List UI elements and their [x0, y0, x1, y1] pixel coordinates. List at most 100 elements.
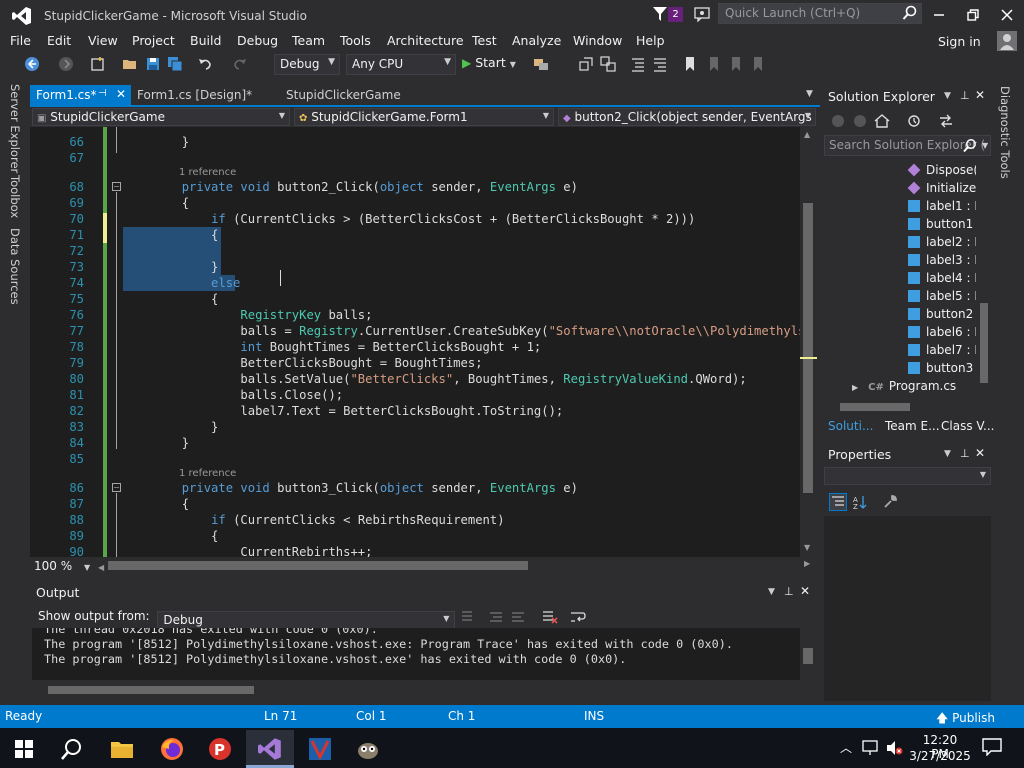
tree-item-label3[interactable]: label3 : L [908, 251, 976, 269]
clear-all-icon[interactable] [542, 609, 558, 625]
member-navigation-select[interactable]: ◆ button2_Click(object sender, EventArgs… [558, 108, 816, 126]
tree-item-dispose[interactable]: Dispose( [907, 161, 976, 179]
tree-item-initializecomponent[interactable]: InitializeC [907, 179, 976, 197]
next-bookmark-icon[interactable] [728, 56, 744, 72]
new-project-icon[interactable] [90, 56, 106, 72]
menu-project[interactable]: Project [132, 33, 175, 48]
tree-item-label7[interactable]: label7 : L [908, 341, 976, 359]
feedback-icon[interactable] [694, 6, 710, 22]
app-p-icon[interactable]: P [196, 730, 244, 768]
tab-solution-explorer[interactable]: Soluti... [828, 419, 873, 433]
scroll-right-icon[interactable]: ▶ [804, 559, 810, 568]
menu-tools[interactable]: Tools [340, 33, 371, 48]
output-text-area[interactable]: The thread 0x2018 has exited with code 0… [32, 628, 800, 680]
search-icon[interactable] [902, 5, 918, 21]
alphabetical-icon[interactable]: AZ [852, 494, 868, 510]
back-icon[interactable] [830, 113, 846, 129]
firefox-icon[interactable] [148, 730, 196, 768]
step-over-icon[interactable] [600, 56, 616, 72]
open-file-icon[interactable] [122, 56, 138, 72]
tab-form1-cs[interactable]: Form1.cs* ⊣ ✕ [30, 85, 131, 105]
categorized-icon[interactable] [829, 493, 847, 511]
tree-item-label4[interactable]: label4 : L [908, 269, 976, 287]
solution-platform-select[interactable]: Any CPU ▼ [346, 54, 456, 75]
notification-count-badge[interactable]: 2 [668, 7, 683, 22]
tree-item-label6[interactable]: label6 : L [908, 323, 976, 341]
show-hidden-icons-chevron-icon[interactable]: ︿ [840, 739, 852, 756]
undo-icon[interactable] [197, 56, 213, 72]
menu-build[interactable]: Build [190, 33, 221, 48]
vs-code-like-icon[interactable] [296, 730, 344, 768]
notifications-flag-icon[interactable] [652, 6, 668, 22]
output-source-select[interactable]: Debug ▼ [157, 611, 456, 629]
scrollbar-thumb[interactable] [48, 686, 254, 694]
tree-item-button2[interactable]: button2 : [908, 305, 976, 323]
navigate-forward-icon[interactable] [58, 56, 74, 72]
window-position-chevron-icon[interactable]: ▼ [944, 449, 951, 459]
tree-item-button1[interactable]: button1 : I [908, 215, 976, 233]
tab-form1-design[interactable]: Form1.cs [Design]* [131, 85, 258, 105]
bookmark-icon[interactable] [682, 56, 698, 72]
menu-help[interactable]: Help [636, 33, 665, 48]
tree-item-label5[interactable]: label5 : L [908, 287, 976, 305]
tree-item-label1[interactable]: label1 : L [908, 197, 976, 215]
sync-with-active-document-icon[interactable] [938, 113, 954, 129]
toggle-word-wrap-icon[interactable] [570, 609, 586, 625]
code-editor[interactable]: − − 66 } 67 1 reference 68 private void … [30, 127, 800, 557]
pin-icon[interactable]: ⊥ [960, 89, 970, 102]
menu-team[interactable]: Team [292, 33, 325, 48]
tab-class-view[interactable]: Class V... [941, 419, 995, 433]
taskbar-clock-date[interactable]: 3/27/2025 [909, 749, 971, 763]
minimize-button[interactable] [922, 0, 956, 30]
tab-overflow-chevron-icon[interactable]: ▼ [806, 89, 813, 99]
menu-view[interactable]: View [88, 33, 118, 48]
output-horizontal-scrollbar[interactable] [32, 682, 817, 698]
tree-item-program-cs[interactable]: ▶ C# Program.cs [852, 377, 956, 395]
solution-horizontal-scrollbar[interactable] [824, 400, 976, 414]
project-navigation-select[interactable]: ▣ StupidClickerGame ▼ [32, 108, 290, 126]
save-all-icon[interactable] [167, 56, 183, 72]
scroll-up-icon[interactable]: ▲ [804, 130, 810, 139]
pin-icon[interactable]: ⊣ [98, 88, 107, 99]
find-message-icon[interactable] [460, 609, 476, 625]
close-icon[interactable]: ✕ [116, 87, 126, 101]
properties-object-select[interactable]: ▼ [824, 467, 991, 485]
file-explorer-icon[interactable] [98, 730, 146, 768]
pin-icon[interactable]: ⊥ [784, 585, 794, 598]
scrollbar-thumb[interactable] [803, 203, 813, 493]
server-explorer-tab[interactable]: Server Explorer [8, 84, 22, 173]
codelens-reference[interactable]: 1 reference [30, 165, 800, 179]
windows-start-icon[interactable] [0, 730, 48, 768]
close-icon[interactable]: ✕ [975, 446, 985, 460]
codelens-reference[interactable]: 1 reference [30, 466, 800, 480]
tab-team-explorer[interactable]: Team E... [885, 419, 940, 433]
menu-file[interactable]: File [10, 33, 31, 48]
previous-bookmark-icon[interactable] [706, 56, 722, 72]
menu-test[interactable]: Test [472, 33, 497, 48]
home-icon[interactable] [874, 113, 890, 129]
scrollbar-thumb[interactable] [840, 403, 910, 411]
tab-stupidclickergame[interactable]: StupidClickerGame [280, 85, 407, 105]
next-message-icon[interactable] [510, 609, 526, 625]
tree-item-label2[interactable]: label2 : L [908, 233, 976, 251]
menu-architecture[interactable]: Architecture [387, 33, 464, 48]
navigate-back-icon[interactable] [24, 56, 40, 72]
step-into-icon[interactable] [578, 56, 594, 72]
volume-muted-icon[interactable] [886, 740, 904, 756]
save-icon[interactable] [145, 56, 161, 72]
pending-changes-filter-icon[interactable] [906, 113, 922, 129]
clear-bookmarks-icon[interactable] [750, 56, 766, 72]
output-vertical-scrollbar[interactable] [800, 628, 817, 680]
diagnostic-tools-tab[interactable]: Diagnostic Tools [998, 86, 1012, 179]
properties-grid[interactable] [824, 516, 991, 701]
redo-icon[interactable] [232, 56, 248, 72]
comment-lines-icon[interactable] [630, 56, 646, 72]
menu-debug[interactable]: Debug [237, 33, 278, 48]
window-position-chevron-icon[interactable]: ▼ [944, 91, 951, 101]
notification-center-icon[interactable] [982, 738, 1002, 756]
menu-window[interactable]: Window [573, 33, 622, 48]
data-sources-tab[interactable]: Data Sources [8, 228, 22, 305]
solution-configuration-select[interactable]: Debug ▼ [274, 54, 340, 75]
pin-icon[interactable]: ⊥ [960, 447, 970, 460]
search-icon[interactable] [962, 138, 978, 154]
